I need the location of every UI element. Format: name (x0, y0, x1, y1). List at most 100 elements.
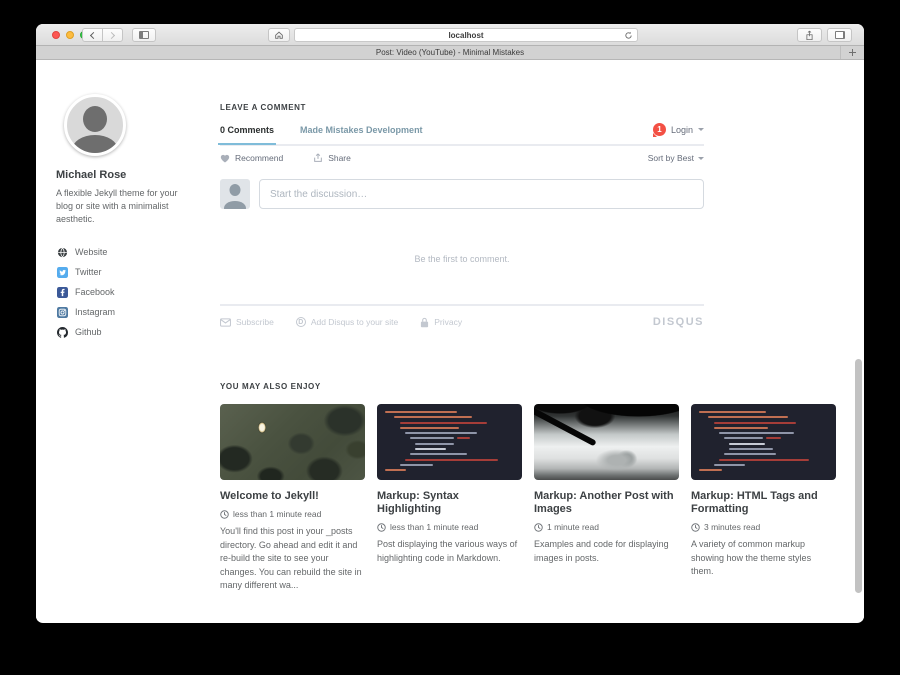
facebook-icon (56, 286, 68, 298)
disqus-footer: Subscribe D Add Disqus to your site Priv… (220, 306, 704, 328)
tab-bar: Post: Video (YouTube) - Minimal Mistakes (36, 46, 864, 60)
globe-icon (56, 246, 68, 258)
close-window-button[interactable] (52, 31, 60, 39)
address-bar[interactable]: localhost (294, 28, 638, 42)
post-thumbnail-jekyll[interactable] (220, 404, 365, 480)
post-title[interactable]: Markup: Another Post with Images (534, 490, 679, 516)
post-excerpt: A variety of common markup showing how t… (691, 538, 836, 579)
disqus-nav: 0 Comments Made Mistakes Development 1 L… (220, 123, 704, 146)
subscribe-label: Subscribe (236, 317, 274, 327)
disqus-d-icon: D (296, 317, 306, 327)
related-card: Welcome to Jekyll! less than 1 minute re… (220, 404, 365, 593)
share-label: Share (328, 153, 351, 163)
related-card: Markup: Syntax Highlighting less than 1 … (377, 404, 522, 593)
author-name: Michael Rose (56, 169, 211, 181)
share-icon (805, 30, 814, 41)
post-title[interactable]: Markup: HTML Tags and Formatting (691, 490, 836, 516)
login-menu[interactable]: 1 Login (653, 123, 704, 136)
author-sidebar: Michael Rose A flexible Jekyll theme for… (56, 94, 211, 342)
reload-button[interactable] (624, 31, 633, 40)
tab-comment-count[interactable]: 0 Comments (220, 125, 274, 135)
comments-heading: LEAVE A COMMENT (220, 103, 836, 112)
link-label: Website (75, 247, 107, 257)
post-thumbnail-code[interactable] (377, 404, 522, 480)
related-card: Markup: HTML Tags and Formatting 3 minut… (691, 404, 836, 593)
home-button[interactable] (268, 28, 290, 42)
sort-label: Sort by Best (648, 153, 694, 163)
read-time: 3 minutes read (704, 522, 760, 532)
disqus-logo[interactable]: DISQUS (653, 316, 704, 328)
related-grid: Welcome to Jekyll! less than 1 minute re… (220, 404, 836, 593)
read-time: less than 1 minute read (233, 509, 321, 519)
browser-toolbar: localhost (36, 24, 864, 46)
post-thumbnail-fog[interactable] (534, 404, 679, 480)
privacy-link[interactable]: Privacy (420, 317, 462, 328)
link-label: Facebook (75, 287, 115, 297)
twitter-icon (56, 266, 68, 278)
clock-icon (220, 510, 229, 519)
lock-icon (420, 317, 429, 328)
clock-icon (691, 523, 700, 532)
active-tab[interactable]: Post: Video (YouTube) - Minimal Mistakes (376, 48, 524, 57)
share-button[interactable] (797, 28, 822, 42)
related-heading: YOU MAY ALSO ENJOY (220, 382, 836, 391)
sidebar-link-facebook[interactable]: Facebook (56, 282, 211, 302)
tab-community[interactable]: Made Mistakes Development (300, 125, 423, 135)
browser-window: localhost Post: Video (YouTube) - Minima… (36, 24, 864, 623)
post-title[interactable]: Welcome to Jekyll! (220, 490, 365, 503)
link-label: Instagram (75, 307, 115, 317)
sidebar-toggle-button[interactable] (132, 28, 156, 42)
disqus-actions: Recommend Share Sort by Best (220, 146, 704, 170)
post-title[interactable]: Markup: Syntax Highlighting (377, 490, 522, 516)
page-content: Michael Rose A flexible Jekyll theme for… (36, 60, 864, 621)
post-excerpt: You'll find this post in your _posts dir… (220, 525, 365, 593)
tabs-icon (835, 31, 845, 39)
back-button[interactable] (82, 28, 103, 42)
share-arrow-icon (313, 153, 323, 163)
sidebar-link-instagram[interactable]: Instagram (56, 302, 211, 322)
sidebar-icon (139, 31, 149, 39)
post-excerpt: Examples and code for displaying images … (534, 538, 679, 565)
chevron-right-icon (108, 31, 115, 38)
disqus-embed: 0 Comments Made Mistakes Development 1 L… (220, 123, 704, 328)
recommend-button[interactable]: Recommend (220, 153, 283, 163)
main-column: LEAVE A COMMENT 0 Comments Made Mistakes… (220, 103, 836, 593)
chevron-down-icon (698, 157, 704, 160)
sidebar-link-website[interactable]: Website (56, 242, 211, 262)
subscribe-link[interactable]: Subscribe (220, 317, 274, 327)
author-bio: A flexible Jekyll theme for your blog or… (56, 187, 196, 226)
scrollbar[interactable] (855, 359, 862, 593)
add-disqus-label: Add Disqus to your site (311, 317, 398, 327)
sidebar-link-twitter[interactable]: Twitter (56, 262, 211, 282)
post-excerpt: Post displaying the various ways of high… (377, 538, 522, 565)
guest-avatar (220, 179, 250, 209)
read-time: less than 1 minute read (390, 522, 478, 532)
comment-composer (220, 179, 704, 209)
author-links: Website Twitter Facebook (56, 242, 211, 342)
sidebar-link-github[interactable]: Github (56, 322, 211, 342)
new-tab-button[interactable] (840, 46, 864, 59)
url-text: localhost (448, 31, 483, 40)
add-disqus-link[interactable]: D Add Disqus to your site (296, 317, 398, 327)
recommend-label: Recommend (235, 153, 283, 163)
post-thumbnail-code[interactable] (691, 404, 836, 480)
clock-icon (534, 523, 543, 532)
home-icon (274, 30, 284, 40)
clock-icon (377, 523, 386, 532)
notification-badge[interactable]: 1 (653, 123, 666, 136)
tab-overview-button[interactable] (827, 28, 852, 42)
avatar (64, 94, 126, 156)
minimize-window-button[interactable] (66, 31, 74, 39)
empty-state-message: Be the first to comment. (220, 254, 704, 264)
reload-icon (624, 31, 633, 40)
sort-dropdown[interactable]: Sort by Best (648, 153, 704, 163)
privacy-label: Privacy (434, 317, 462, 327)
related-posts: YOU MAY ALSO ENJOY Welcome to Jekyll! le… (220, 382, 836, 593)
comment-input[interactable] (259, 179, 704, 209)
forward-button[interactable] (102, 28, 123, 42)
login-label: Login (671, 125, 693, 135)
plus-icon (849, 49, 856, 56)
share-comments-button[interactable]: Share (313, 153, 351, 163)
chevron-down-icon (698, 128, 704, 131)
link-label: Twitter (75, 267, 102, 277)
